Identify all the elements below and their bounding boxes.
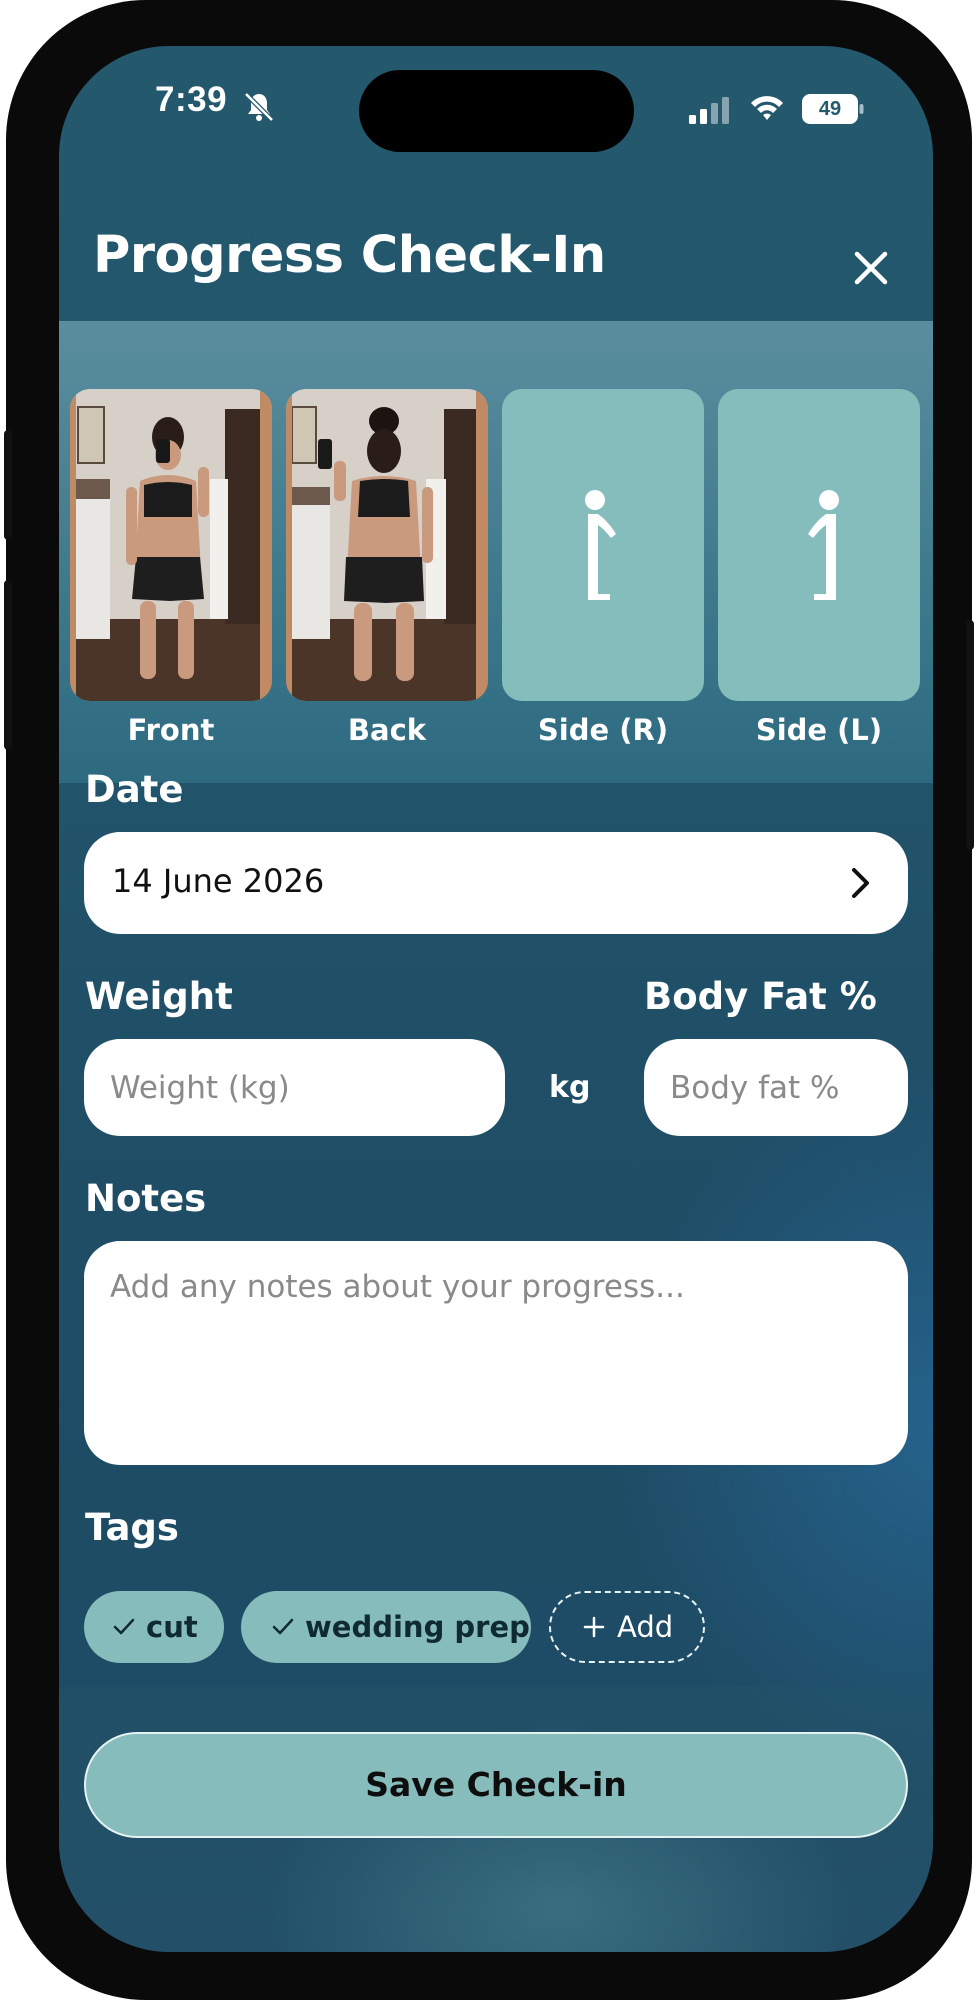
date-field[interactable]: 14 June 2026: [84, 832, 908, 934]
close-icon[interactable]: [849, 246, 893, 290]
app-screen: 7:39 49 Progress Check-In Front Back Sid…: [59, 46, 933, 1952]
page-title: Progress Check-In: [93, 226, 606, 285]
tag-chip-cut[interactable]: cut: [84, 1591, 224, 1663]
checkmark-icon: [272, 1618, 294, 1635]
notes-textarea[interactable]: [84, 1241, 908, 1465]
mute-switch: [4, 430, 12, 540]
checkmark-icon: [113, 1618, 135, 1635]
power-button: [966, 620, 974, 850]
weight-unit-label: kg: [549, 1070, 591, 1105]
header: Progress Check-In: [59, 196, 933, 321]
bell-slash-icon: [244, 92, 274, 122]
photo-front[interactable]: [70, 389, 272, 701]
photo-label-side-right: Side (R): [537, 713, 669, 747]
wifi-icon: [751, 96, 783, 120]
add-tag-label: Add: [617, 1610, 674, 1644]
save-check-in-button[interactable]: Save Check-in: [84, 1732, 908, 1838]
battery-level: 49: [818, 98, 842, 120]
add-tag-button[interactable]: Add: [549, 1591, 705, 1663]
front-photo-image: [70, 389, 272, 701]
body-fat-label: Body Fat %: [644, 975, 877, 1018]
status-time: 7:39: [155, 80, 228, 119]
photo-side-left[interactable]: [718, 389, 920, 701]
weight-label: Weight: [85, 975, 233, 1018]
back-photo-image: [286, 389, 488, 701]
date-value: 14 June 2026: [112, 862, 325, 900]
chevron-right-icon: [852, 868, 869, 898]
tag-chip-wedding-prep[interactable]: wedding prep: [241, 1591, 531, 1663]
photo-label-side-left: Side (L): [755, 713, 883, 747]
signal-icon: [689, 97, 729, 124]
tag-label: wedding prep: [305, 1610, 530, 1644]
phone-frame: 7:39 49 Progress Check-In Front Back Sid…: [4, 0, 974, 2000]
photo-side-right[interactable]: [502, 389, 704, 701]
dynamic-island: [359, 70, 634, 152]
photo-back[interactable]: [286, 389, 488, 701]
notes-label: Notes: [85, 1177, 207, 1220]
photo-section: Front Back Side (R) Side (L): [59, 321, 933, 783]
volume-button: [4, 580, 12, 750]
plus-icon: [583, 1616, 605, 1638]
body-fat-input[interactable]: [644, 1039, 908, 1136]
tags-label: Tags: [85, 1506, 179, 1549]
date-label: Date: [85, 768, 184, 811]
person-side-left-icon: [808, 490, 839, 600]
weight-input[interactable]: [84, 1039, 505, 1136]
person-side-right-icon: [585, 490, 616, 600]
photo-label-back: Back: [347, 713, 427, 747]
photo-label-front: Front: [127, 713, 215, 747]
tag-label: cut: [146, 1610, 198, 1644]
